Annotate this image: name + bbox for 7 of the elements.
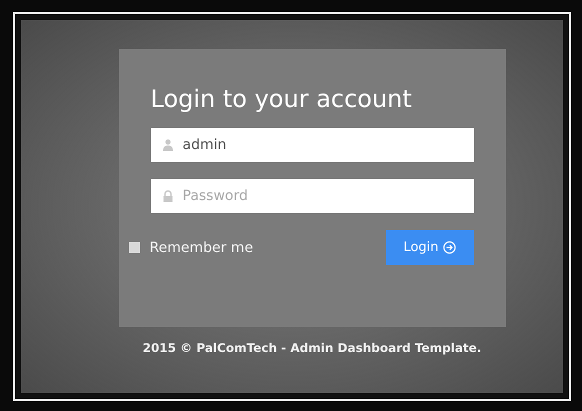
footer-text: 2015 © PalComTech - Admin Dashboard Template. [142, 341, 482, 355]
login-title: Login to your account [150, 85, 413, 113]
arrow-circle-icon [442, 241, 456, 254]
remember-label: Remember me [150, 240, 254, 256]
password-field[interactable]: Password [150, 179, 474, 213]
username-field[interactable]: admin [150, 128, 474, 162]
remember-checkbox[interactable] [128, 242, 140, 253]
